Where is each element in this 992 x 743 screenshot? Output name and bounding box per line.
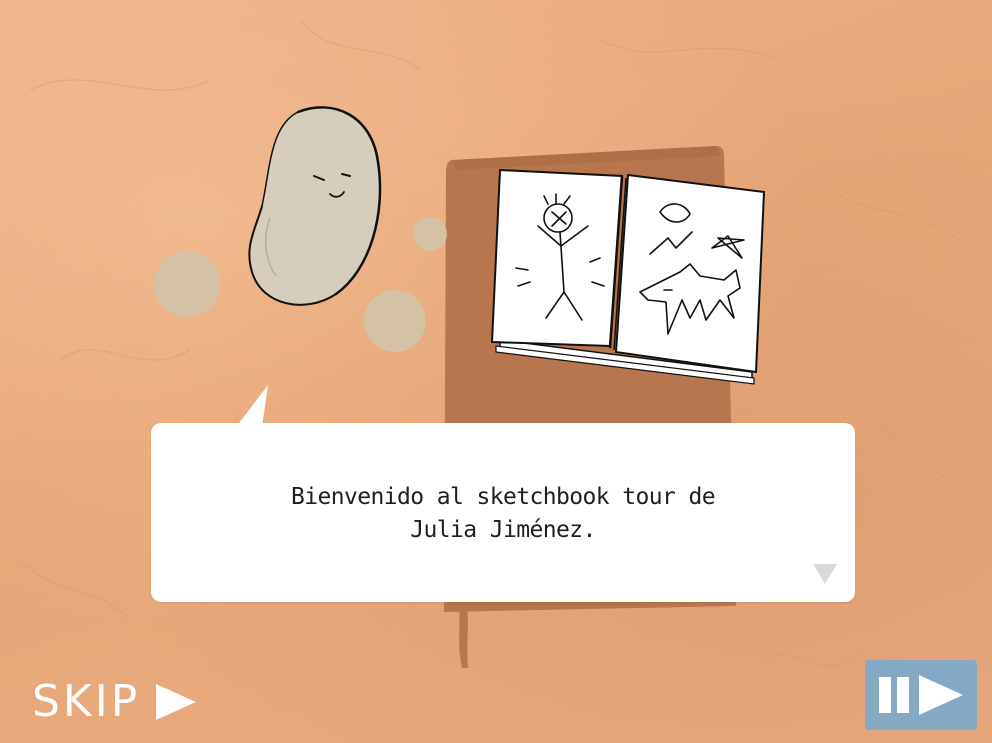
bean-character — [248, 106, 382, 306]
dialog-text: Bienvenido al sketchbook tour de Julia J… — [151, 481, 855, 547]
sketchbook-pages — [490, 168, 766, 385]
bubble — [413, 217, 447, 251]
bubble — [364, 290, 426, 352]
bubble — [154, 251, 220, 317]
pause-play-icon — [879, 675, 963, 715]
down-triangle-icon[interactable] — [811, 562, 839, 586]
pause-play-button[interactable] — [865, 660, 977, 730]
scene-illustration — [19, 19, 981, 668]
skip-button[interactable]: SKIP — [32, 672, 198, 732]
dialog-tail — [236, 385, 268, 427]
game-scene: Bienvenido al sketchbook tour de Julia J… — [0, 0, 992, 743]
dialog-box[interactable]: Bienvenido al sketchbook tour de Julia J… — [151, 423, 855, 602]
dialog-line-1: Bienvenido al sketchbook tour de — [291, 484, 716, 510]
dialog-line-2: Julia Jiménez. — [410, 517, 596, 543]
skip-label: SKIP — [32, 676, 141, 727]
play-arrow-icon — [156, 684, 197, 720]
